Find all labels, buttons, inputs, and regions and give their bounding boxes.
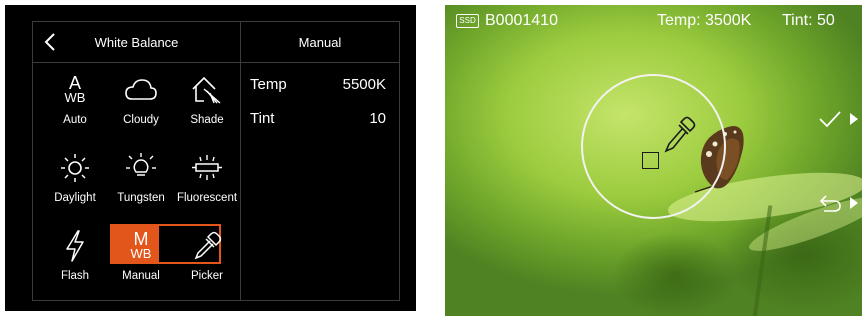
white-balance-panel: White Balance A WB Auto Cloudy Shade Day… (32, 21, 400, 301)
auto-wb-icon: A WB (64, 73, 86, 105)
undo-icon (819, 195, 858, 212)
wb-presets-column: White Balance A WB Auto Cloudy Shade Day… (33, 22, 241, 300)
wb-picker-target[interactable] (642, 152, 659, 169)
wb-preset-label: Tungsten (117, 192, 165, 204)
plant-stem (751, 205, 773, 316)
shade-icon (175, 70, 239, 110)
temp-value: 5500K (342, 75, 386, 93)
tint-row[interactable]: Tint 10 (250, 106, 386, 130)
wb-preset-label: Fluorescent (176, 192, 238, 204)
wb-preset-flash[interactable]: Flash (43, 226, 107, 292)
ssd-icon: SSD (456, 14, 479, 28)
daylight-icon (43, 148, 107, 188)
wb-preset-cloudy[interactable]: Cloudy (109, 70, 173, 136)
flash-icon (43, 226, 107, 266)
manual-wb-icon: M WB (130, 229, 152, 261)
manual-header-label: Manual (298, 34, 342, 50)
live-view-screen: SSD B0001410 Temp: 3500K Tint: 50 (445, 5, 862, 316)
manual-header: Manual (241, 22, 399, 63)
undo-button[interactable] (818, 190, 858, 216)
wb-preset-label: Flash (60, 270, 90, 282)
status-bar: SSD B0001410 Temp: 3500K Tint: 50 (445, 5, 862, 39)
clip-name: B0001410 (485, 12, 558, 29)
wb-preset-shade[interactable]: Shade (175, 70, 239, 136)
checkmark-icon (819, 111, 858, 128)
temp-label: Temp (250, 75, 287, 93)
wb-preset-label: Auto (63, 114, 87, 126)
wb-preset-label: Picker (191, 270, 223, 282)
chevron-left-icon (44, 33, 55, 51)
tint-value: 10 (369, 109, 386, 127)
wb-preset-fluorescent[interactable]: Fluorescent (175, 148, 239, 214)
wb-preset-label: Daylight (54, 192, 96, 204)
confirm-button[interactable] (818, 106, 858, 132)
temp-row[interactable]: Temp 5500K (250, 72, 386, 96)
cloudy-icon (109, 70, 173, 110)
wb-preset-manual[interactable]: M WB Manual (109, 226, 173, 292)
wb-preset-daylight[interactable]: Daylight (43, 148, 107, 214)
wb-preset-tungsten[interactable]: Tungsten (109, 148, 173, 214)
wb-header: White Balance (33, 22, 240, 63)
wb-preset-auto[interactable]: A WB Auto (43, 70, 107, 136)
wb-preset-label: Shade (190, 114, 224, 126)
fluorescent-icon (175, 148, 239, 188)
wb-parameters-column: Manual Temp 5500K Tint 10 (241, 22, 399, 300)
wb-title: White Balance (94, 34, 179, 50)
tint-label: Tint (250, 109, 275, 127)
eyedropper-icon (664, 116, 696, 153)
wb-preset-label: Manual (122, 270, 160, 282)
tungsten-icon (109, 148, 173, 188)
wb-preset-picker[interactable]: Picker (175, 226, 239, 292)
back-button[interactable] (39, 30, 61, 54)
temp-readout: Temp: 3500K (657, 12, 752, 29)
wb-preset-label: Cloudy (123, 114, 159, 126)
tint-readout: Tint: 50 (782, 12, 835, 29)
wb-menu-screen: White Balance A WB Auto Cloudy Shade Day… (5, 5, 416, 311)
eyedropper-icon (175, 226, 239, 266)
wb-picker-loupe[interactable] (581, 74, 726, 219)
